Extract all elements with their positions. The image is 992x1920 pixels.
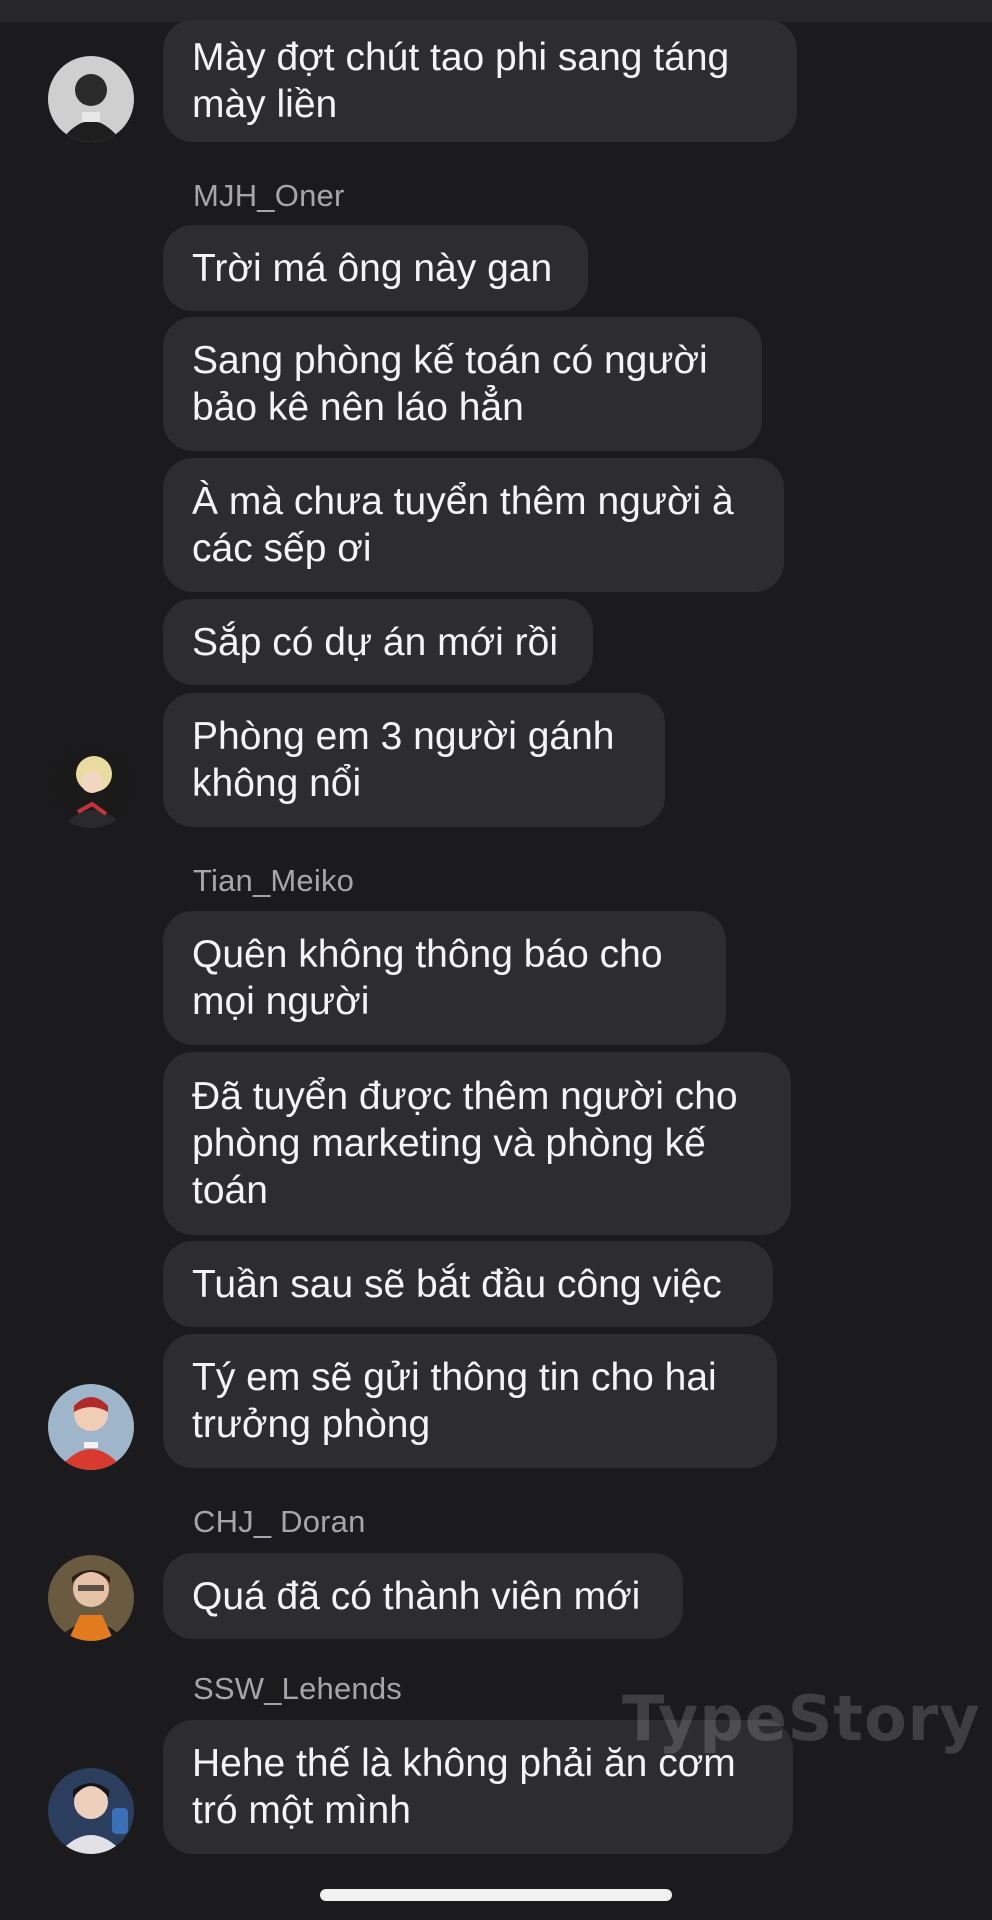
message-bubble[interactable]: Tuần sau sẽ bắt đầu công việc xyxy=(163,1241,773,1327)
sender-name: SSW_Lehends xyxy=(193,1671,402,1706)
avatar[interactable] xyxy=(48,56,134,142)
message-text: Mày đợt chút tao phi sang táng mày liền xyxy=(192,36,730,126)
watermark-logo: TypeStory xyxy=(622,1682,981,1755)
avatar-image xyxy=(48,56,134,142)
message-text: Tý em sẽ gửi thông tin cho hai trưởng ph… xyxy=(192,1356,717,1446)
message-text: Quá đã có thành viên mới xyxy=(192,1574,641,1618)
chat-thread: Mày đợt chút tao phi sang táng mày liền … xyxy=(0,0,992,1920)
sender-name: CHJ_ Doran xyxy=(193,1504,366,1539)
message-bubble[interactable]: Mày đợt chút tao phi sang táng mày liền xyxy=(163,20,797,142)
sender-name: Tian_Meiko xyxy=(193,863,355,898)
message-bubble[interactable]: Trời má ông này gan xyxy=(163,225,588,311)
message-text: Trời má ông này gan xyxy=(192,246,553,290)
message-text: Phòng em 3 người gánh không nổi xyxy=(192,715,615,805)
message-text: Sắp có dự án mới rồi xyxy=(192,620,559,664)
avatar-image xyxy=(48,1384,134,1470)
message-bubble[interactable]: Phòng em 3 người gánh không nổi xyxy=(163,693,665,827)
message-text: Sang phòng kế toán có người bảo kê nên l… xyxy=(192,339,708,429)
message-bubble[interactable]: Quá đã có thành viên mới xyxy=(163,1553,683,1639)
message-text: Quên không thông báo cho mọi người xyxy=(192,933,663,1023)
message-bubble[interactable]: Tý em sẽ gửi thông tin cho hai trưởng ph… xyxy=(163,1334,777,1468)
message-text: À mà chưa tuyển thêm người à các sếp ơi xyxy=(192,480,734,570)
message-bubble[interactable]: Sắp có dự án mới rồi xyxy=(163,599,593,685)
avatar-image xyxy=(48,1768,134,1854)
message-text: Đã tuyển được thêm người cho phòng marke… xyxy=(192,1075,738,1212)
avatar[interactable] xyxy=(48,1384,134,1470)
message-bubble[interactable]: Đã tuyển được thêm người cho phòng marke… xyxy=(163,1052,791,1235)
home-indicator[interactable] xyxy=(320,1889,672,1901)
sender-name: MJH_Oner xyxy=(193,178,345,213)
avatar-image xyxy=(48,742,134,828)
avatar[interactable] xyxy=(48,742,134,828)
avatar[interactable] xyxy=(48,1555,134,1641)
message-bubble[interactable]: Quên không thông báo cho mọi người xyxy=(163,911,726,1045)
avatar-image xyxy=(48,1555,134,1641)
message-bubble[interactable]: À mà chưa tuyển thêm người à các sếp ơi xyxy=(163,458,784,592)
message-bubble[interactable]: Sang phòng kế toán có người bảo kê nên l… xyxy=(163,317,762,451)
avatar[interactable] xyxy=(48,1768,134,1854)
message-text: Tuần sau sẽ bắt đầu công việc xyxy=(192,1262,722,1306)
